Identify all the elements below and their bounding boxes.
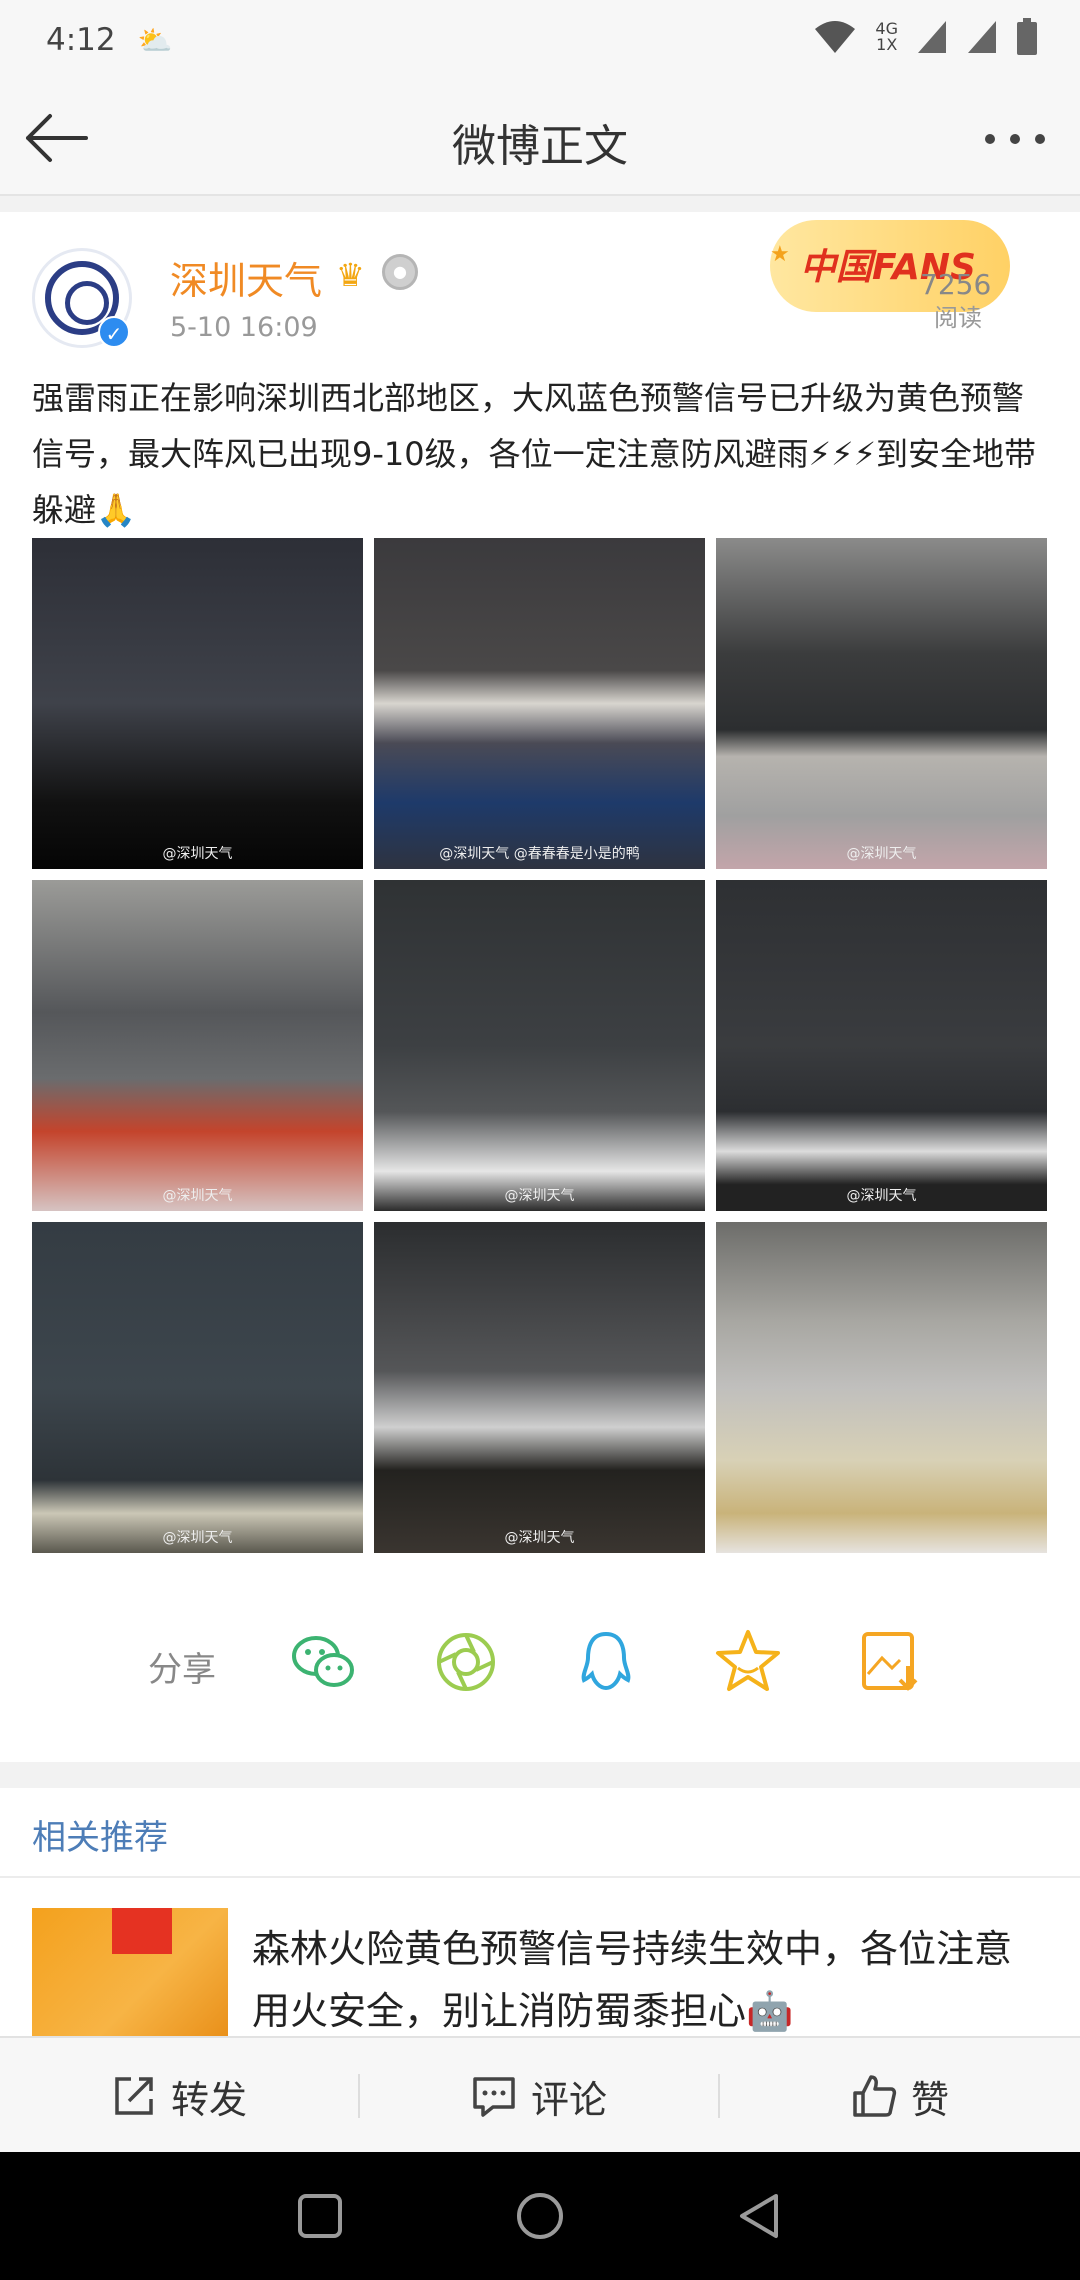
read-count-label: 阅读 <box>934 304 982 332</box>
like-button[interactable]: 赞 <box>720 2038 1080 2154</box>
repost-button[interactable]: 转发 <box>0 2038 358 2154</box>
signal-icon <box>968 21 996 53</box>
post-timestamp: 5-10 16:09 <box>170 312 318 343</box>
thumbs-up-icon <box>853 2075 897 2117</box>
post-photo[interactable]: @深圳天气 <box>32 880 363 1211</box>
photo-watermark: @深圳天气 <box>846 846 917 862</box>
status-indicators: 4G 1X <box>813 18 1038 56</box>
save-image-icon[interactable] <box>854 1626 926 1698</box>
signal-icon <box>918 21 946 53</box>
comment-icon <box>473 2077 515 2117</box>
post-photo[interactable]: @深圳天气 <box>716 538 1047 869</box>
section-separator <box>0 1762 1080 1788</box>
map-highlight <box>112 1908 172 1954</box>
photo-watermark: @深圳天气 <box>162 1188 233 1204</box>
action-bar: 转发 评论 赞 <box>0 2036 1080 2152</box>
star-icon: ★ <box>770 242 790 267</box>
favorite-icon[interactable] <box>712 1626 784 1698</box>
photo-watermark: @深圳天气 <box>504 1530 575 1546</box>
post-photo[interactable]: @深圳天气 <box>32 1222 363 1553</box>
qq-icon[interactable] <box>570 1626 642 1698</box>
post-photo[interactable]: @深圳天气 @春春春是小是的鸭 <box>374 538 705 869</box>
vip-crown-icon[interactable]: ♛ <box>336 256 365 294</box>
back-icon[interactable] <box>730 2186 790 2246</box>
page-title: 微博正文 <box>452 121 628 172</box>
related-section-header: 相关推荐 <box>0 1788 1080 1878</box>
read-count: 7256 <box>920 268 992 301</box>
like-label: 赞 <box>910 2077 949 2122</box>
post-photo[interactable]: @深圳天气 <box>374 1222 705 1553</box>
system-navigation-bar <box>0 2152 1080 2280</box>
status-bar: 4:12 ⛅ 4G 1X <box>0 0 1080 80</box>
comment-button[interactable]: 评论 <box>360 2038 718 2154</box>
weather-icon: ⛅ <box>137 23 173 57</box>
section-gap <box>0 196 1080 212</box>
repost-label: 转发 <box>170 2077 247 2122</box>
status-time: 4:12 <box>46 22 116 58</box>
related-item[interactable]: 森林火险黄色预警信号持续生效中，各位注意用火安全，别让消防蜀黍担心🤖 <box>0 1880 1080 2036</box>
share-label: 分享 <box>148 1650 216 1690</box>
photo-watermark: @深圳天气 <box>846 1188 917 1204</box>
share-row: 分享 <box>0 1620 1080 1710</box>
verified-badge-icon: ✓ <box>98 316 130 348</box>
repost-icon <box>115 2077 153 2115</box>
wechat-icon[interactable] <box>288 1626 360 1698</box>
username[interactable]: 深圳天气 <box>170 250 322 305</box>
battery-icon <box>1017 18 1037 55</box>
post-photo[interactable]: @深圳天气 <box>32 538 363 869</box>
photo-watermark: @深圳天气 <box>162 846 233 862</box>
related-title: 相关推荐 <box>32 1818 168 1858</box>
comment-label: 评论 <box>530 2077 607 2122</box>
home-icon[interactable] <box>510 2186 570 2246</box>
network-type: 4G 1X <box>875 19 898 54</box>
photo-grid: @深圳天气 @深圳天气 @春春春是小是的鸭 @深圳天气 @深圳天气 @深圳天气 … <box>32 538 1048 1554</box>
post-photo[interactable]: @深圳天气 <box>716 880 1047 1211</box>
recents-icon[interactable] <box>290 2186 350 2246</box>
post-photo[interactable] <box>716 1222 1047 1553</box>
post-photo[interactable]: @深圳天气 <box>374 880 705 1211</box>
moments-icon[interactable] <box>430 1626 502 1698</box>
medal-icon[interactable]: ● <box>382 254 418 290</box>
more-options-icon[interactable] <box>980 114 1050 164</box>
photo-watermark: @深圳天气 <box>504 1188 575 1204</box>
related-item-text[interactable]: 森林火险黄色预警信号持续生效中，各位注意用火安全，别让消防蜀黍担心🤖 <box>252 1918 1042 2042</box>
weibo-post: ✓ 深圳天气 ♛ ● 5-10 16:09 ★ 中国FANS 7256 阅读 强… <box>0 212 1080 1762</box>
post-content: 强雷雨正在影响深圳西北部地区，大风蓝色预警信号已升级为黄色预警信号，最大阵风已出… <box>32 379 1037 529</box>
related-thumbnail[interactable] <box>32 1908 228 2036</box>
photo-watermark: @深圳天气 @春春春是小是的鸭 <box>439 846 640 862</box>
top-navigation: 微博正文 <box>0 80 1080 196</box>
wifi-icon <box>815 21 856 53</box>
photo-watermark: @深圳天气 <box>162 1530 233 1546</box>
